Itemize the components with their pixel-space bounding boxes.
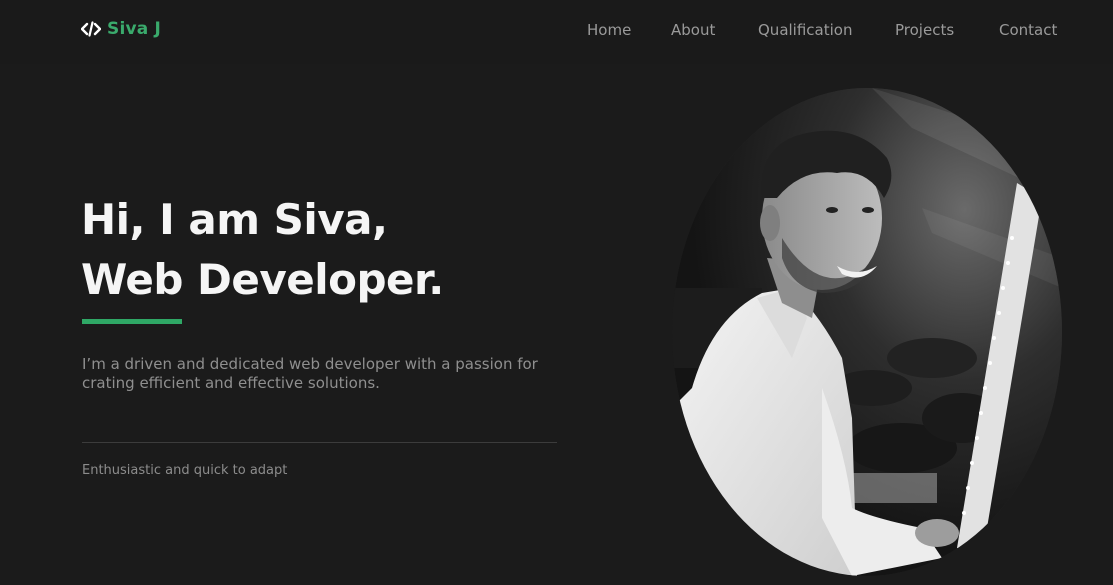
section-divider [82, 442, 557, 443]
nav-link-projects[interactable]: Projects [895, 21, 954, 39]
navbar: Siva J Home About Qualification Projects… [0, 0, 1113, 64]
hero-description: I’m a driven and dedicated web developer… [82, 355, 538, 392]
page: Siva J Home About Qualification Projects… [0, 0, 1113, 585]
hero-title-line1: Hi, I am Siva, [81, 195, 388, 244]
nav-link-home[interactable]: Home [587, 21, 631, 39]
nav-link-about[interactable]: About [671, 21, 715, 39]
hero-tagline: Enthusiastic and quick to adapt [82, 463, 288, 478]
hero-title: Hi, I am Siva, Web Developer. [81, 190, 444, 310]
nav-link-contact[interactable]: Contact [999, 21, 1057, 39]
main-nav: Home About Qualification Projects Contac… [0, 21, 1113, 41]
profile-photo [672, 88, 1062, 576]
hero-title-line2: Web Developer. [81, 255, 444, 304]
nav-link-qualification[interactable]: Qualification [758, 21, 852, 39]
title-underline [82, 319, 182, 324]
